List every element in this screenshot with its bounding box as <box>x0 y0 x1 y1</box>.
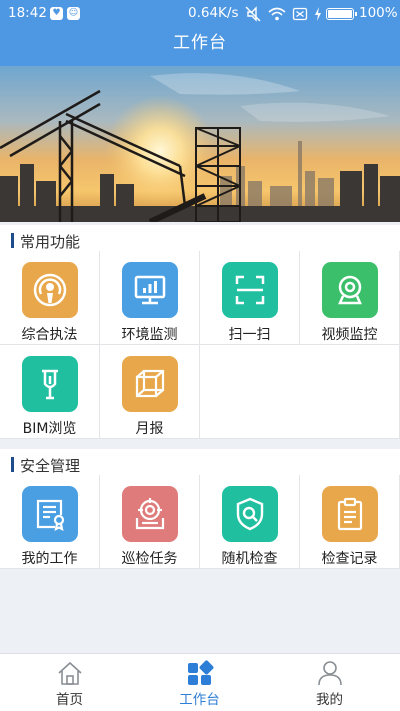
home-icon <box>58 661 82 685</box>
menu-item-label: 环境监测 <box>121 327 178 343</box>
cube-icon <box>122 356 178 412</box>
network-speed: 0.64K/s <box>188 5 239 21</box>
webcam-icon <box>322 262 378 318</box>
banner-image[interactable] <box>0 66 400 222</box>
section-accent-bar <box>11 457 14 472</box>
target-box-icon <box>122 486 178 542</box>
monitor-chart-icon <box>122 262 178 318</box>
status-time: 18:42 <box>8 5 47 21</box>
menu-item-comprehensive-enforcement[interactable]: 综合执法 <box>0 251 100 345</box>
bim-icon <box>22 356 78 412</box>
bottom-tab-bar: 首页 工作台 我的 <box>0 653 400 711</box>
battery-percent: 100% <box>359 5 398 21</box>
menu-item-check-record[interactable]: 检查记录 <box>300 475 400 569</box>
certificate-icon <box>22 486 78 542</box>
grid-icon <box>188 660 214 685</box>
wifi-icon <box>268 7 286 21</box>
tab-label: 工作台 <box>179 692 220 708</box>
menu-item-label: 综合执法 <box>21 327 78 343</box>
mute-icon <box>245 6 261 22</box>
charging-icon <box>315 7 321 21</box>
section-title: 安全管理 <box>20 457 81 475</box>
tab-mine[interactable]: 我的 <box>263 654 396 711</box>
menu-item-bim-browse[interactable]: BIM浏览 <box>0 345 100 439</box>
menu-item-random-check[interactable]: 随机检查 <box>200 475 300 569</box>
tab-workbench[interactable]: 工作台 <box>133 654 266 711</box>
menu-item-label: 检查记录 <box>321 551 378 567</box>
user-icon <box>318 661 342 686</box>
status-bar: 18:42 ♥ ☺ 0.64K/s 100% <box>0 0 400 28</box>
safety-management-grid: 我的工作 巡检任务 随机检查 检查记录 <box>0 475 400 569</box>
menu-item-label: 扫一扫 <box>228 327 271 343</box>
construction-site-sunset-banner <box>0 66 400 222</box>
section-accent-bar <box>11 233 14 248</box>
menu-item-scan[interactable]: 扫一扫 <box>200 251 300 345</box>
menu-item-my-work[interactable]: 我的工作 <box>0 475 100 569</box>
common-functions-grid: 综合执法 环境监测 扫一扫 视频监控 BIM浏览 月报 <box>0 251 400 439</box>
menu-item-environment-monitoring[interactable]: 环境监测 <box>100 251 200 345</box>
menu-item-inspection-task[interactable]: 巡检任务 <box>100 475 200 569</box>
android-icon: ☺ <box>67 7 80 20</box>
shield-icon: ♥ <box>50 7 63 20</box>
menu-item-label: 我的工作 <box>21 551 78 567</box>
battery-icon <box>326 8 357 20</box>
menu-item-label: BIM浏览 <box>22 421 77 437</box>
section-title: 常用功能 <box>20 233 81 251</box>
menu-item-monthly-report[interactable]: 月报 <box>100 345 200 439</box>
empty-cell <box>200 345 300 439</box>
tab-label: 首页 <box>56 692 83 708</box>
clipboard-icon <box>322 486 378 542</box>
empty-cell <box>300 345 400 439</box>
menu-item-label: 随机检查 <box>221 551 278 567</box>
menu-item-label: 视频监控 <box>321 327 378 343</box>
menu-item-label: 巡检任务 <box>121 551 178 567</box>
menu-item-video-surveillance[interactable]: 视频监控 <box>300 251 400 345</box>
sim-icon <box>292 7 308 21</box>
shield-search-icon <box>222 486 278 542</box>
podcast-icon <box>22 262 78 318</box>
tab-home[interactable]: 首页 <box>3 654 136 711</box>
scan-icon <box>222 262 278 318</box>
menu-item-label: 月报 <box>135 421 164 437</box>
tab-label: 我的 <box>316 692 343 708</box>
page-title: 工作台 <box>0 28 400 66</box>
